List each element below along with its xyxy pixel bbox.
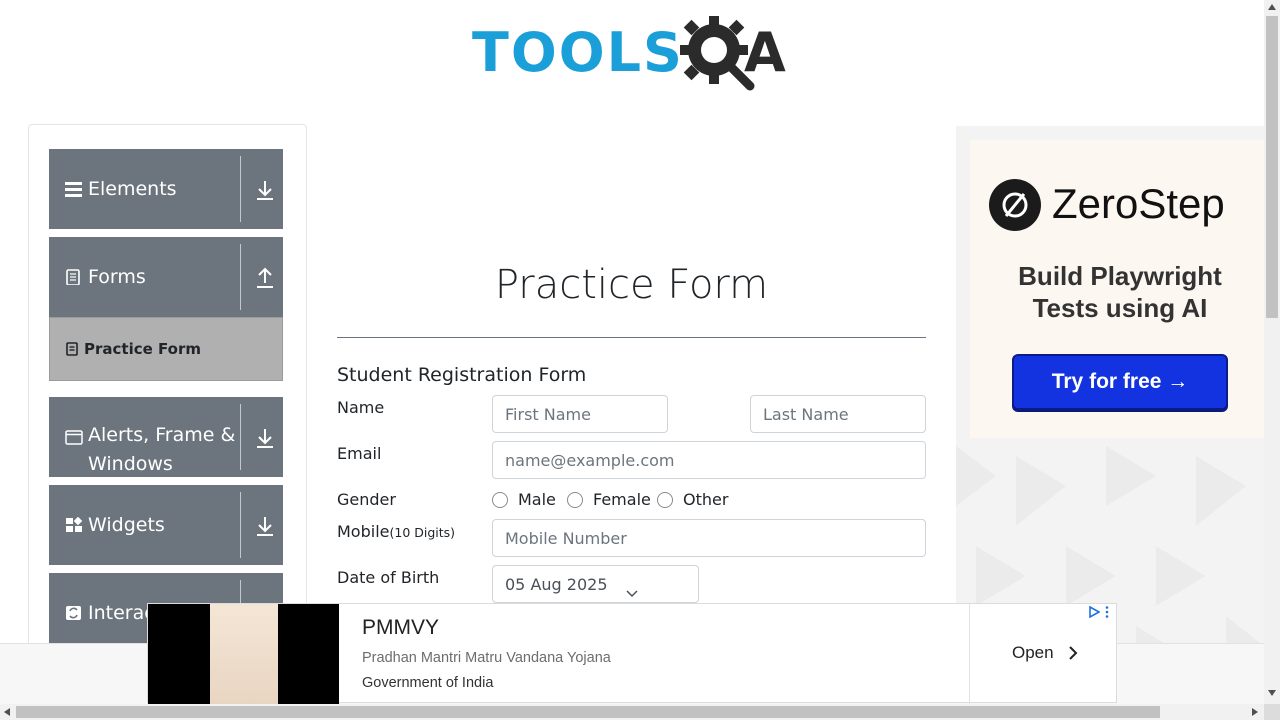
divider — [240, 156, 241, 222]
logo-text: TOOLS — [472, 21, 684, 84]
interactions-icon — [66, 606, 81, 620]
chevron-right-icon[interactable] — [1068, 645, 1078, 661]
sidebar-group-label: Forms — [88, 266, 146, 288]
gender-radio-other[interactable]: Other — [657, 490, 728, 509]
ad-menu-icon[interactable] — [1105, 606, 1109, 618]
divider — [969, 604, 970, 704]
ad-tagline-line2: Tests using AI — [1032, 293, 1208, 323]
sidebar-group-label: Elements — [88, 178, 177, 200]
try-for-free-button[interactable]: Try for free → — [1012, 354, 1228, 410]
sidebar-group-elements[interactable]: Elements — [49, 149, 283, 229]
upload-arrow-icon[interactable] — [256, 267, 274, 289]
zerostep-logo-icon — [989, 179, 1041, 231]
toolsqa-logo[interactable]: TOOLS A — [472, 14, 802, 92]
divider — [240, 492, 241, 558]
ad-card: ZeroStep Build Playwright Tests using AI … — [970, 140, 1264, 438]
ad-title: PMMVY — [362, 616, 440, 639]
ad-subtitle: Pradhan Mantri Matru Vandana Yojana — [362, 650, 611, 666]
sidebar-group-label: Alerts, Frame & Windows — [88, 421, 235, 479]
radio-circle[interactable] — [492, 491, 508, 508]
ad-tagline: Build Playwright Tests using AI — [970, 260, 1264, 324]
last-name-input[interactable] — [750, 395, 926, 433]
adchoices-icon[interactable] — [1088, 606, 1100, 618]
radio-label: Female — [593, 490, 651, 509]
widgets-icon — [66, 517, 83, 532]
horizontal-scroll-thumb[interactable] — [16, 706, 1160, 718]
divider — [240, 244, 241, 310]
dob-value: 05 Aug 2025 — [505, 575, 608, 594]
logo-suffix: A — [744, 21, 786, 84]
radio-circle[interactable] — [567, 491, 583, 508]
sidebar-group-label: Interac — [88, 602, 155, 624]
hamburger-icon — [65, 182, 82, 197]
gender-radio-female[interactable]: Female — [567, 490, 651, 509]
sidebar-group-forms[interactable]: Forms — [49, 237, 283, 317]
email-input[interactable] — [492, 441, 926, 479]
gender-radio-male[interactable]: Male — [492, 490, 556, 509]
open-button[interactable]: Open — [1012, 643, 1054, 663]
left-sidebar: Elements Forms Practice Form Alerts, Fra… — [28, 124, 307, 684]
page-title: Practice Form — [494, 262, 769, 308]
form-icon — [66, 342, 78, 356]
scroll-up-arrow-icon[interactable] — [1268, 4, 1276, 10]
sidebar-item-label: Practice Form — [84, 340, 201, 358]
form-title: Student Registration Form — [337, 364, 587, 386]
horizontal-scrollbar[interactable] — [0, 704, 1264, 720]
document-icon — [66, 269, 80, 285]
download-arrow-icon[interactable] — [256, 179, 274, 201]
divider — [240, 404, 241, 470]
vertical-scroll-thumb[interactable] — [1266, 16, 1278, 318]
sidebar-group-alerts[interactable]: Alerts, Frame & Windows — [49, 397, 283, 477]
window-icon — [65, 430, 83, 445]
name-label: Name — [337, 398, 385, 417]
mobile-label: Mobile(10 Digits) — [337, 522, 455, 541]
radio-label: Male — [518, 490, 556, 509]
ad-banner-zerostep[interactable]: ZeroStep Build Playwright Tests using AI … — [956, 126, 1264, 686]
sidebar-group-label-line1: Alerts, Frame & — [88, 424, 236, 446]
sidebar-group-label-line2: Windows — [88, 453, 173, 475]
scroll-left-arrow-icon[interactable] — [4, 708, 10, 716]
first-name-input[interactable] — [492, 395, 668, 433]
divider — [337, 337, 926, 338]
ad-source: Government of India — [362, 675, 494, 691]
gender-label: Gender — [337, 490, 396, 509]
dob-label: Date of Birth — [337, 568, 440, 587]
sidebar-item-practice-form[interactable]: Practice Form — [49, 317, 283, 381]
radio-circle[interactable] — [657, 491, 673, 508]
sidebar-group-label: Widgets — [88, 514, 165, 536]
sidebar-group-widgets[interactable]: Widgets — [49, 485, 283, 565]
mobile-label-text: Mobile — [337, 522, 390, 541]
ad-thumbnail-image — [148, 604, 339, 704]
email-label: Email — [337, 444, 382, 463]
ad-thumbnail-poster — [210, 604, 278, 704]
download-arrow-icon[interactable] — [256, 427, 274, 449]
chevron-down-icon — [626, 590, 638, 598]
vertical-scrollbar[interactable] — [1264, 0, 1280, 704]
page-viewport: TOOLS A Elements Forms Practice Form Ale… — [0, 0, 1264, 704]
mobile-hint: (10 Digits) — [389, 525, 456, 540]
scroll-right-arrow-icon[interactable] — [1252, 708, 1258, 716]
scroll-down-arrow-icon[interactable] — [1268, 690, 1276, 696]
download-arrow-icon[interactable] — [256, 515, 274, 537]
bottom-anchor-ad[interactable]: PMMVY Pradhan Mantri Matru Vandana Yojan… — [147, 603, 1117, 704]
radio-label: Other — [683, 490, 729, 509]
dob-input[interactable]: 05 Aug 2025 — [492, 565, 699, 603]
scrollbar-corner — [1264, 704, 1280, 720]
mobile-input[interactable] — [492, 519, 926, 557]
ad-tagline-line1: Build Playwright — [1018, 261, 1222, 291]
ad-brand: ZeroStep — [1052, 180, 1225, 227]
